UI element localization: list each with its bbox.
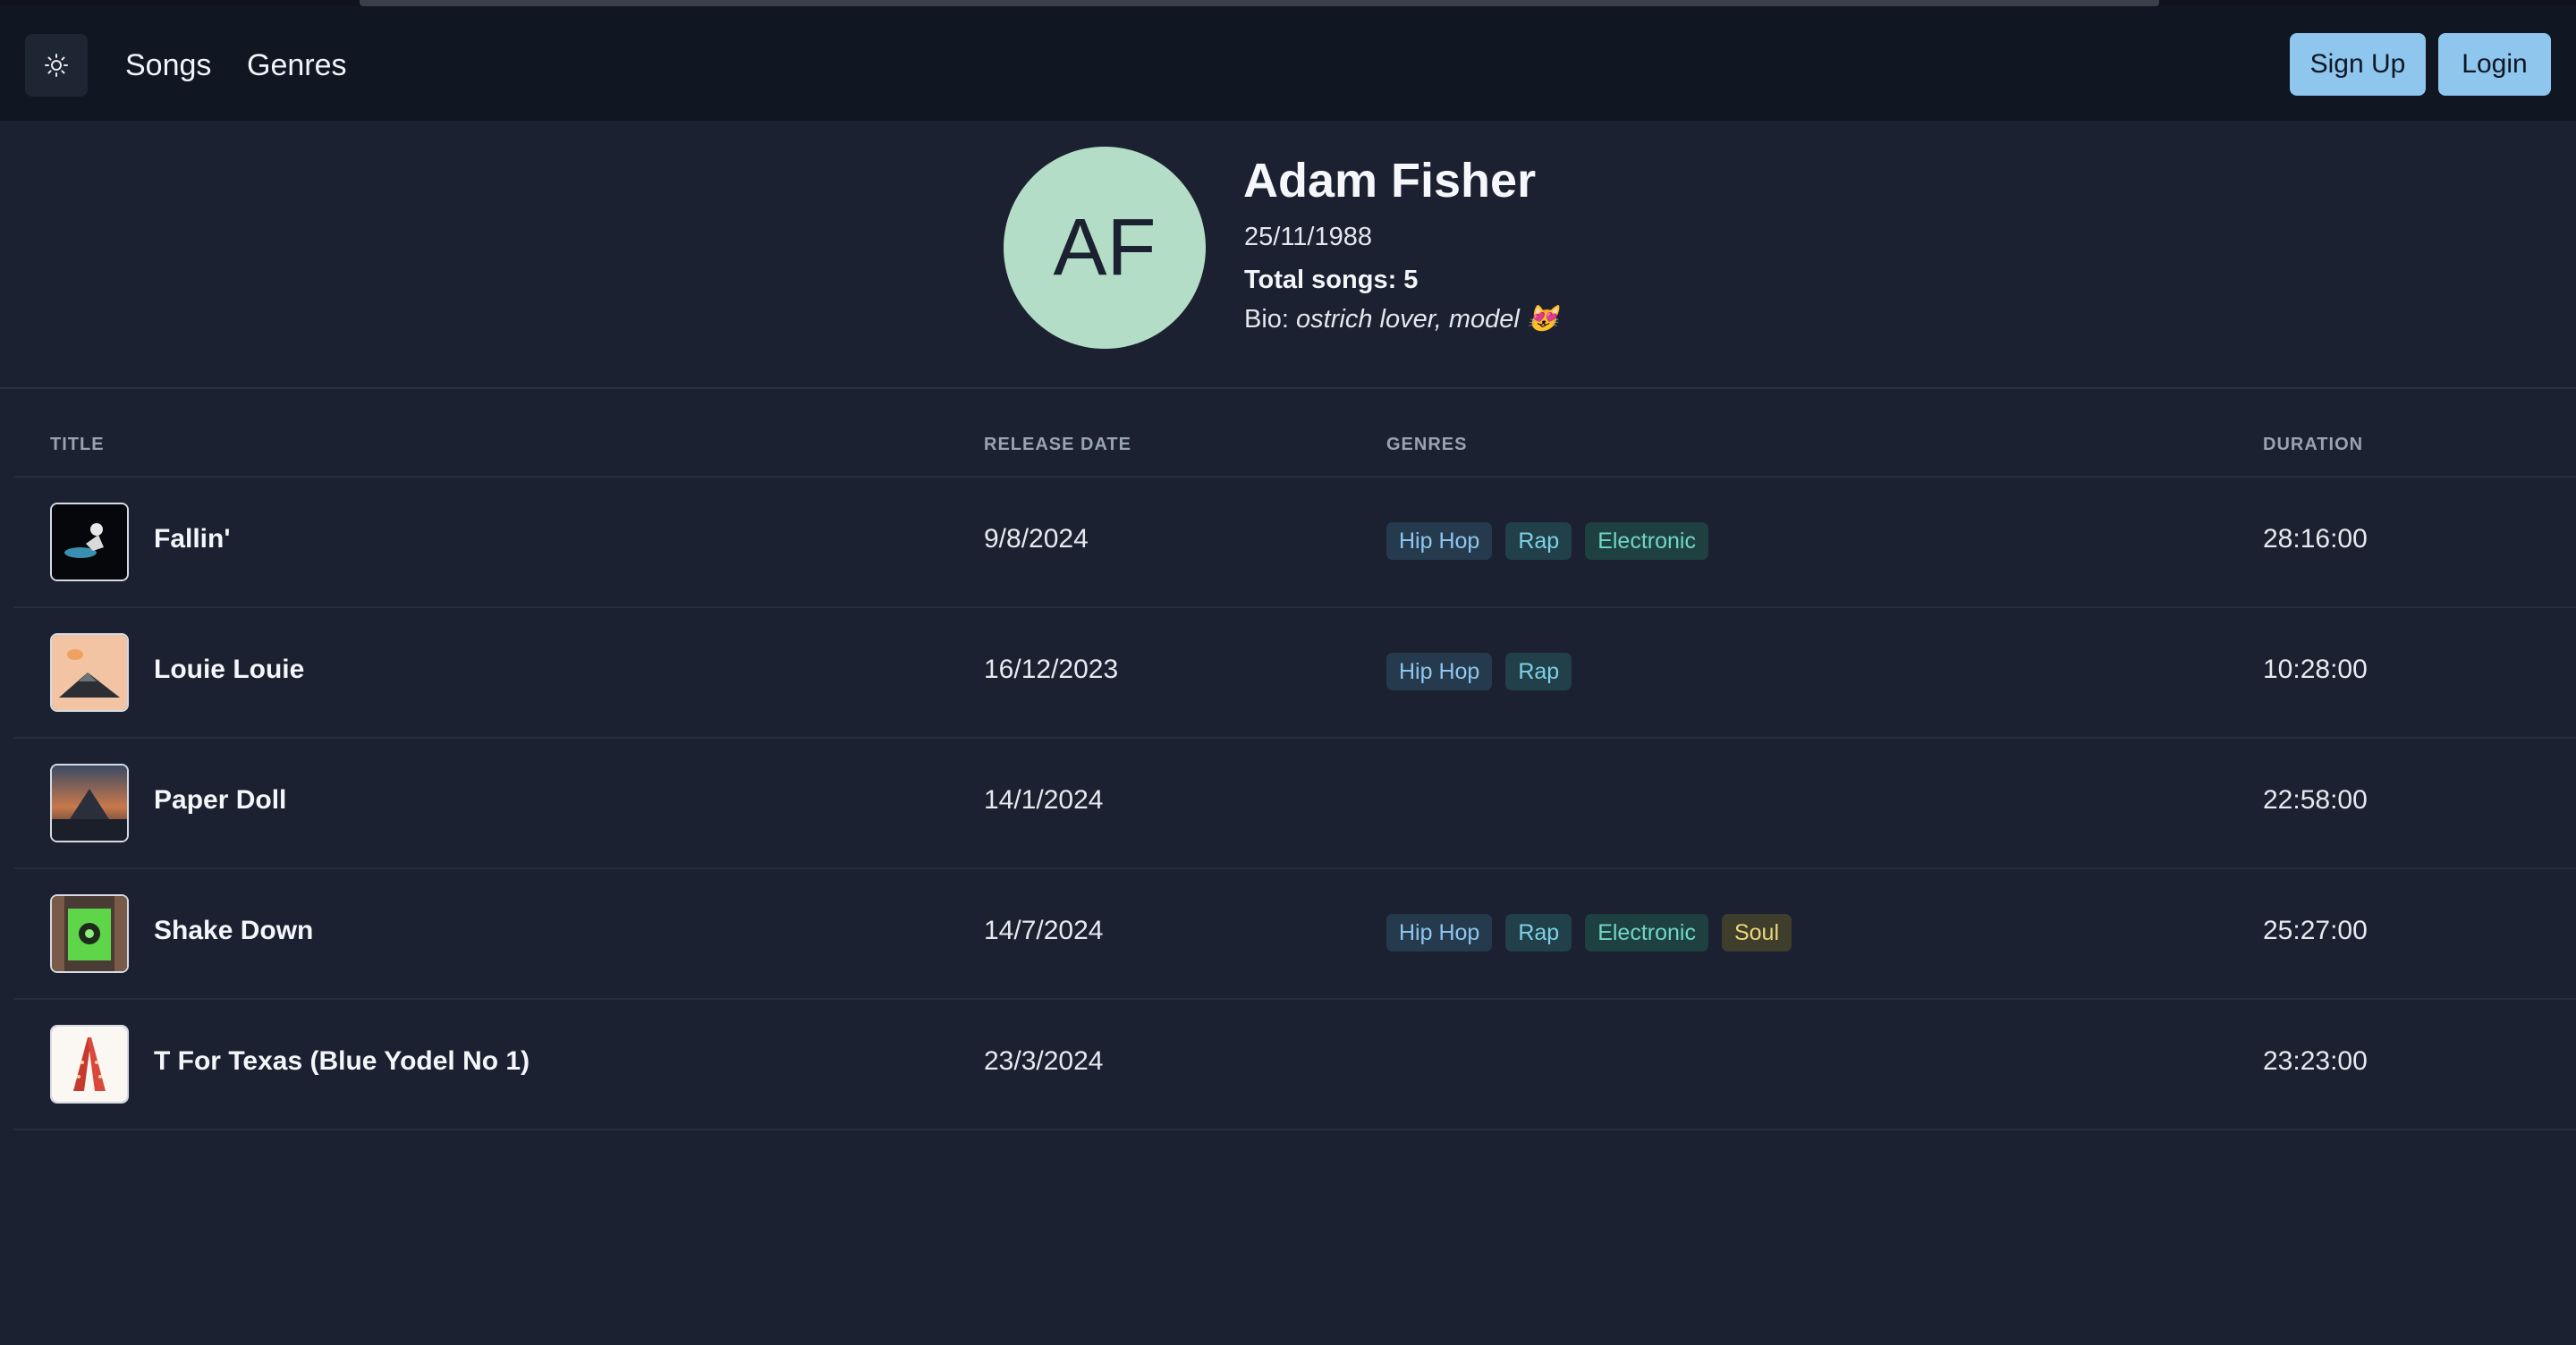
release-date: 23/3/2024 — [984, 1046, 1104, 1076]
song-cover-image — [50, 1025, 129, 1104]
song-cover-image — [50, 633, 129, 712]
song-cover-image — [50, 503, 129, 581]
genre-tag[interactable]: Electronic — [1585, 522, 1708, 560]
genre-tag[interactable]: Hip Hop — [1386, 522, 1493, 560]
song-duration: 10:28:00 — [2263, 655, 2368, 684]
genre-tag[interactable]: Rap — [1505, 522, 1572, 560]
genre-tag[interactable]: Hip Hop — [1386, 653, 1493, 690]
genre-tag[interactable]: Rap — [1505, 914, 1572, 952]
table-row[interactable]: T For Texas (Blue Yodel No 1) 23/3/2024 … — [13, 1000, 2576, 1130]
avatar: AF — [1004, 147, 1206, 349]
column-header-title[interactable]: TITLE — [50, 435, 105, 455]
release-date: 16/12/2023 — [984, 655, 1119, 684]
browser-top-strip — [0, 0, 2576, 6]
release-date: 9/8/2024 — [984, 524, 1089, 554]
genre-tag[interactable]: Electronic — [1585, 914, 1708, 952]
song-duration: 25:27:00 — [2263, 916, 2368, 945]
song-title[interactable]: Shake Down — [154, 916, 313, 946]
genre-tag[interactable]: Hip Hop — [1386, 914, 1493, 952]
song-title[interactable]: T For Texas (Blue Yodel No 1) — [154, 1046, 530, 1077]
song-duration: 23:23:00 — [2263, 1046, 2368, 1076]
sun-icon — [45, 54, 68, 77]
release-date: 14/1/2024 — [984, 785, 1104, 815]
table-row[interactable]: Paper Doll 14/1/2024 22:58:00 — [13, 739, 2576, 869]
total-songs: Total songs: 5 — [1244, 266, 1419, 294]
artist-name: Adam Fisher — [1243, 154, 1537, 207]
nav-link-songs[interactable]: Songs — [125, 42, 211, 89]
table-row[interactable]: Shake Down 14/7/2024 Hip Hop Rap Electro… — [13, 869, 2576, 1000]
song-cover-image — [50, 894, 129, 973]
genre-list: Hip Hop Rap — [1386, 653, 1572, 690]
songs-table: TITLE RELEASE DATE GENRES DURATION Falli… — [13, 390, 2576, 1130]
song-title[interactable]: Louie Louie — [154, 655, 304, 685]
table-header: TITLE RELEASE DATE GENRES DURATION — [13, 390, 2576, 478]
genre-list: Hip Hop Rap Electronic — [1386, 522, 1708, 560]
theme-toggle-button[interactable] — [25, 34, 88, 97]
bio-label: Bio: — [1244, 305, 1289, 334]
login-button[interactable]: Login — [2438, 33, 2551, 96]
nav-link-genres[interactable]: Genres — [247, 42, 347, 89]
release-date: 14/7/2024 — [984, 916, 1104, 945]
genre-tag[interactable]: Rap — [1505, 653, 1572, 690]
column-header-duration[interactable]: DURATION — [2263, 435, 2363, 455]
song-duration: 22:58:00 — [2263, 785, 2368, 815]
artist-birth-date: 25/11/1988 — [1244, 223, 1372, 251]
column-header-genres[interactable]: GENRES — [1386, 435, 1467, 455]
sign-up-button[interactable]: Sign Up — [2290, 33, 2426, 96]
genre-tag[interactable]: Soul — [1721, 914, 1792, 952]
column-header-release-date[interactable]: RELEASE DATE — [984, 435, 1131, 455]
song-cover-image — [50, 764, 129, 842]
top-scroll-indicator — [360, 0, 2159, 6]
top-navbar: Songs Genres Sign Up Login — [0, 6, 2576, 121]
genre-list: Hip Hop Rap Electronic Soul — [1386, 914, 1792, 952]
song-title[interactable]: Paper Doll — [154, 785, 286, 816]
artist-bio: Bio: ostrich lover, model 😻 — [1244, 304, 1559, 334]
table-row[interactable]: Louie Louie 16/12/2023 Hip Hop Rap 10:28… — [13, 608, 2576, 739]
artist-profile: AF Adam Fisher 25/11/1988 Total songs: 5… — [0, 121, 2576, 389]
song-duration: 28:16:00 — [2263, 524, 2368, 554]
bio-text: ostrich lover, model 😻 — [1296, 305, 1560, 334]
song-title[interactable]: Fallin' — [154, 524, 230, 554]
table-row[interactable]: Fallin' 9/8/2024 Hip Hop Rap Electronic … — [13, 478, 2576, 608]
